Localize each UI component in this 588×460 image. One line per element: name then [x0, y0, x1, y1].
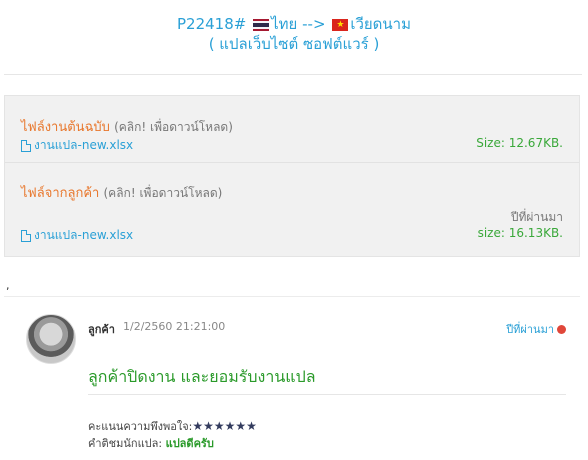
- original-file-link[interactable]: งานแปล-new.xlsx: [21, 136, 133, 155]
- original-file-title: ไฟล์งานต้นฉบับ: [21, 120, 110, 135]
- file-divider: [5, 162, 579, 163]
- customer-file-time: ปีที่ผ่านมา: [510, 210, 563, 224]
- thai-flag-icon: [253, 19, 270, 31]
- file-panel: ไฟล์งานต้นฉบับ (คลิก! เพื่อดาวน์โหลด) งา…: [4, 95, 580, 257]
- stray-character: ,: [6, 279, 10, 292]
- customer-file-name[interactable]: งานแปล-new.xlsx: [34, 226, 133, 245]
- rating-row: คะแนนความพึงพอใจ:★★★★★★: [88, 417, 257, 435]
- original-file-name[interactable]: งานแปล-new.xlsx: [34, 136, 133, 155]
- clock-icon: [557, 324, 566, 334]
- customer-file-hint: (คลิก! เพื่อดาวน์โหลด): [103, 186, 223, 200]
- customer-file-heading: ไฟล์จากลูกค้า (คลิก! เพื่อดาวน์โหลด): [21, 182, 222, 203]
- comment-date: 1/2/2560 21:21:00: [123, 320, 226, 333]
- comment-card: ลูกค้า 1/2/2560 21:21:00 ปีที่ผ่านมา ลูก…: [4, 296, 580, 460]
- customer-file-size: size: 16.13KB.: [477, 226, 563, 240]
- source-language: ไทย: [271, 15, 298, 33]
- customer-file-title: ไฟล์จากลูกค้า: [21, 186, 100, 201]
- language-arrow: -->: [302, 15, 326, 33]
- status-divider: [88, 394, 566, 395]
- job-subtitle: ( แปลเว็บไซต์ ซอฟต์แวร์ ): [208, 35, 380, 53]
- comment-since-text: ปีที่ผ่านมา: [506, 323, 554, 336]
- comment-author: ลูกค้า: [88, 323, 115, 336]
- original-file-size: Size: 12.67KB.: [476, 136, 563, 150]
- rating-stars: ★★★★★★: [192, 419, 257, 433]
- job-title: P22418# ไทย --> เวียดนาม: [0, 14, 588, 34]
- review-row: คำติชมนักแปล: แปลดีครับ: [88, 434, 214, 452]
- avatar: [26, 314, 76, 364]
- header-divider: [4, 74, 582, 75]
- comment-status: ลูกค้าปิดงาน และยอมรับงานแปล: [88, 367, 316, 386]
- job-id: P22418#: [177, 15, 247, 33]
- review-text: แปลดีครับ: [165, 437, 214, 450]
- review-label: คำติชมนักแปล:: [88, 437, 163, 450]
- target-language: เวียดนาม: [350, 15, 411, 33]
- document-icon: [21, 229, 31, 242]
- original-file-hint: (คลิก! เพื่อดาวน์โหลด): [114, 120, 233, 134]
- job-header: P22418# ไทย --> เวียดนาม ( แปลเว็บไซต์ ซ…: [0, 14, 588, 54]
- rating-label: คะแนนความพึงพอใจ:: [88, 420, 193, 433]
- comment-since: ปีที่ผ่านมา: [506, 320, 566, 338]
- original-file-heading: ไฟล์งานต้นฉบับ (คลิก! เพื่อดาวน์โหลด): [21, 116, 233, 137]
- vietnam-flag-icon: [332, 19, 349, 31]
- document-icon: [21, 139, 31, 152]
- customer-file-link[interactable]: งานแปล-new.xlsx: [21, 226, 133, 245]
